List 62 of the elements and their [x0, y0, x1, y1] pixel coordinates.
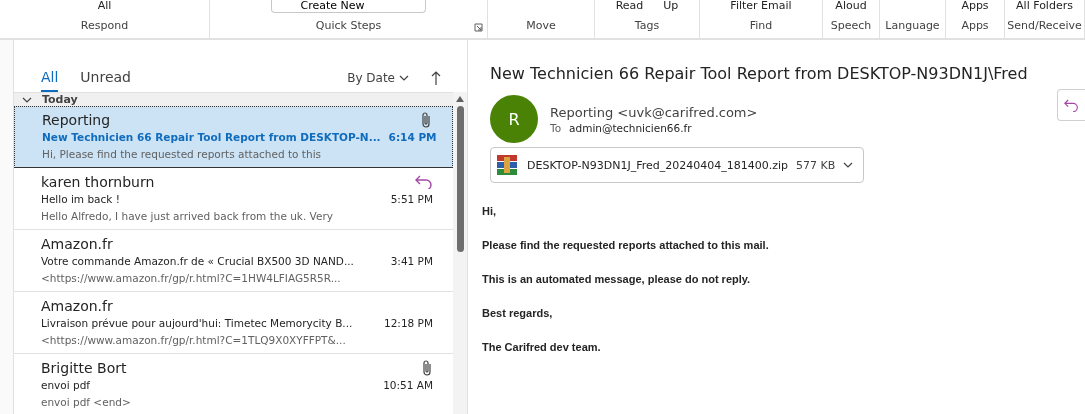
filter-tab[interactable]: Unread — [80, 69, 131, 92]
archive-icon — [495, 153, 519, 177]
reply-button[interactable] — [1057, 89, 1085, 121]
message-preview: Hello Alfredo, I have just arrived back from the uk. Very — [41, 209, 333, 222]
ribbon-button[interactable]: Read — [615, 0, 644, 12]
sender-name: Amazon.fr — [41, 297, 113, 314]
to-label: To — [550, 121, 562, 134]
message-time: 5:51 PM — [390, 192, 433, 205]
scrollbar-thumb[interactable] — [456, 106, 464, 252]
message-subject: New Technicien 66 Repair Tool Report from DESKTOP-N... — [42, 131, 381, 143]
sender-name: Amazon.fr — [41, 235, 113, 252]
ribbon-group-label: Move — [526, 19, 556, 32]
chevron-icon — [22, 96, 32, 103]
ribbon-group-label: Apps — [961, 19, 989, 32]
ribbon-group-label: Speech — [830, 19, 872, 32]
message-preview: <https://www.amazon.fr/gp/r.html?C=1TLQ9X0XYFFPT&... — [41, 333, 346, 346]
ribbon-button[interactable]: Filter Email — [730, 0, 792, 12]
message-item[interactable]: Reporting New Technicien 66 Repair Tool Report from DESKTOP-N... 6:14 PM Hi, Please find the requested reports attached to this — [14, 106, 453, 168]
ribbon-button[interactable]: Apps — [961, 0, 989, 12]
body-paragraph: This is an automated message, please do not reply. — [482, 273, 752, 285]
ribbon-button[interactable]: Aloud — [835, 0, 867, 12]
recipient-address: admin@technicien66.fr — [569, 121, 692, 134]
message-time: 6:14 PM — [388, 131, 437, 143]
sender-address: Reporting <uvk@carifred.com> — [550, 104, 759, 120]
ribbon-button[interactable]: Up — [663, 0, 679, 12]
message-time: 3:41 PM — [390, 254, 433, 267]
sender-avatar: R — [490, 95, 538, 143]
ribbon-group-label: Language — [885, 19, 940, 32]
message-subject: Hello im back ! — [41, 192, 120, 205]
ribbon-button[interactable]: All Folders — [1016, 0, 1073, 12]
body-paragraph: The Carifred dev team. — [482, 341, 602, 353]
message-time: 10:51 AM — [383, 378, 433, 391]
chevron-down-icon — [843, 162, 854, 168]
body-paragraph: Hi, — [482, 205, 498, 217]
sender-name: karen thornburn — [41, 173, 155, 190]
date-group-header[interactable]: Today — [14, 92, 453, 106]
message-subject: Votre commande Amazon.fr de « Crucial BX500 3D NAND... — [41, 254, 354, 267]
message-title: New Technicien 66 Repair Tool Report from DESKTOP-N93DN1J\Fred — [490, 64, 1029, 83]
ribbon-group-label: Quick Steps — [315, 19, 382, 32]
ribbon-group-label: Send/Receive — [1007, 19, 1082, 32]
ribbon-button[interactable]: All — [97, 0, 112, 12]
body-paragraph: Best regards, — [482, 307, 554, 319]
sender-name: Brigitte Bort — [41, 359, 127, 376]
reply-arrow-icon — [1064, 98, 1079, 112]
sender-name: Reporting — [42, 112, 111, 128]
quick-step-item[interactable]: Create New — [271, 0, 426, 13]
ribbon-group-label: Tags — [634, 19, 660, 32]
message-subject: Livraison prévue pour aujourd'hui: Timetec Memorycity B... — [41, 316, 353, 329]
message-preview: envoi pdf <end> — [41, 395, 131, 408]
attachment-chip[interactable]: DESKTOP-N93DN1J_Fred_20240404_181400.zip 577 KB — [490, 147, 865, 183]
message-preview: Hi, Please find the requested reports attached to this — [42, 148, 322, 160]
sort-dropdown[interactable]: By Date — [347, 71, 409, 92]
chevron-down-icon — [399, 75, 409, 81]
scroll-up-arrow-icon[interactable] — [456, 96, 464, 102]
body-paragraph: Please find the requested reports attached to this mail. — [482, 239, 770, 251]
ribbon-group-label: Respond — [80, 19, 129, 32]
message-preview: <https://www.amazon.fr/gp/r.html?C=1HW4LFIAG5R5R... — [41, 271, 341, 284]
ribbon-group-label: Find — [749, 19, 773, 32]
message-subject: envoi pdf — [41, 378, 91, 391]
dialog-launcher-icon[interactable] — [474, 23, 483, 32]
message-time: 12:18 PM — [384, 316, 433, 329]
scrollbar[interactable] — [453, 92, 467, 414]
